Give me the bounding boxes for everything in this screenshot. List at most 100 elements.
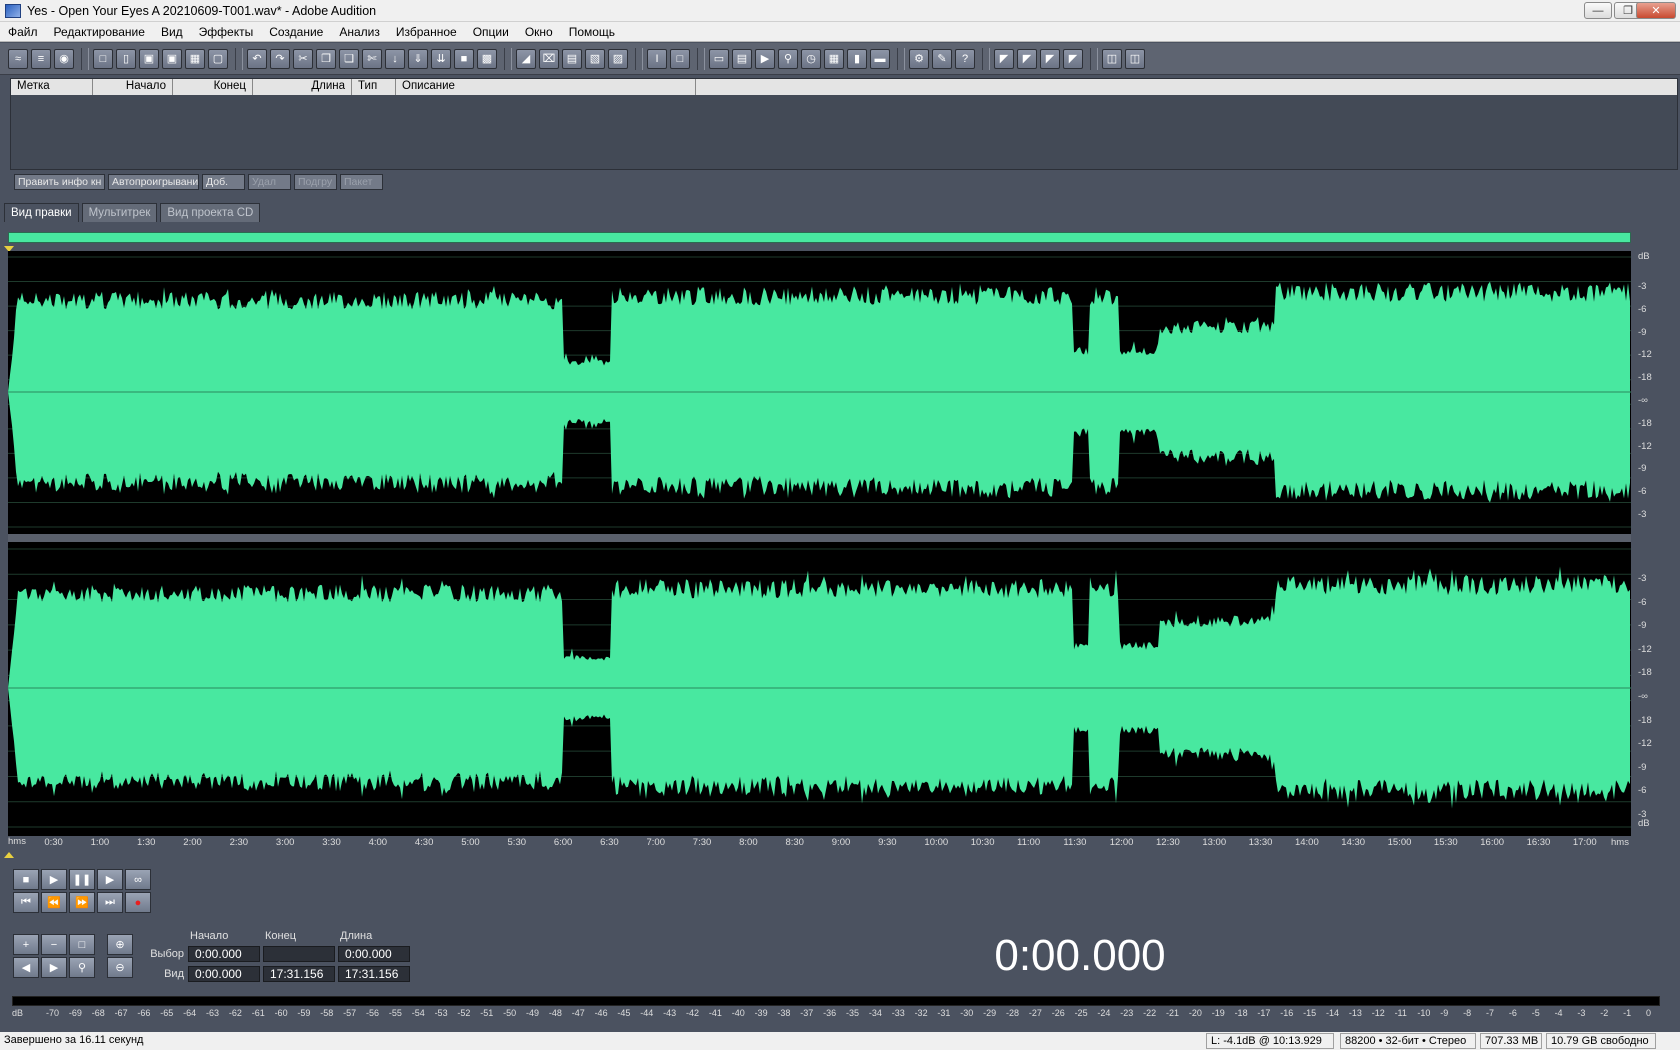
close-file-icon[interactable]: ▢ — [208, 48, 228, 69]
add-cue-button[interactable]: Доб. — [202, 174, 245, 190]
cd-view-icon[interactable]: ◉ — [54, 48, 74, 69]
time-selection-tool-icon[interactable]: I — [647, 48, 667, 69]
trim-icon[interactable]: ■ — [454, 48, 474, 69]
cue-col-label[interactable]: Метка — [11, 79, 93, 95]
menu-file[interactable]: Файл — [0, 25, 46, 39]
menu-analyze[interactable]: Анализ — [331, 25, 388, 39]
fast-forward-button[interactable]: ⏩ — [69, 892, 95, 913]
record-button[interactable]: ● — [125, 892, 151, 913]
open-file-icon[interactable]: ▯ — [116, 48, 136, 69]
cue-list-icon[interactable]: ▤ — [732, 48, 752, 69]
go-to-end-button[interactable]: ⏭ — [97, 892, 123, 913]
batch-button[interactable]: Пакет — [340, 174, 383, 190]
edit-view-icon[interactable]: ≈ — [8, 48, 28, 69]
menu-favorites[interactable]: Избранное — [388, 25, 465, 39]
copy-icon[interactable]: ❐ — [316, 48, 336, 69]
multitrack-view-icon[interactable]: ≡ — [31, 48, 51, 69]
menu-generate[interactable]: Создание — [261, 25, 331, 39]
waveform-channel-2[interactable] — [8, 548, 1631, 828]
help-icon[interactable]: ? — [955, 48, 975, 69]
edit-cue-info-button[interactable]: Править инфо кн — [14, 174, 105, 190]
selection-length-field[interactable]: 0:00.000 — [338, 946, 410, 962]
stop-button[interactable]: ■ — [13, 869, 39, 890]
save-icon[interactable]: ▣ — [139, 48, 159, 69]
zoom-full-icon[interactable]: □ — [69, 934, 95, 955]
loop-button[interactable]: ∞ — [125, 869, 151, 890]
tab-multitrack[interactable]: Мультитрек — [81, 203, 158, 222]
zoom-selection-icon[interactable]: ⚲ — [69, 957, 95, 978]
waveform-view-icon[interactable]: ◢ — [516, 48, 536, 69]
view-start-field[interactable]: 0:00.000 — [188, 966, 260, 982]
rewind-button[interactable]: ⏪ — [41, 892, 67, 913]
autoplay-button[interactable]: Автопроигрывани — [108, 174, 199, 190]
zoom-right-icon[interactable]: ▶ — [41, 957, 67, 978]
waveform-channel-1[interactable] — [8, 256, 1631, 528]
effect-1-icon[interactable]: ◤ — [994, 48, 1014, 69]
zoom-in-icon[interactable]: + — [13, 934, 39, 955]
cue-col-start[interactable]: Начало — [93, 79, 173, 95]
time-ruler[interactable]: hms 0:30 1:00 1:30 2:00 2:30 3:00 3:30 4:00 4:30 5… — [8, 836, 1631, 850]
cue-col-length[interactable]: Длина — [253, 79, 352, 95]
view-length-field[interactable]: 17:31.156 — [338, 966, 410, 982]
scissors-icon[interactable]: ✄ — [362, 48, 382, 69]
menu-effects[interactable]: Эффекты — [191, 25, 262, 39]
time-icon[interactable]: ◷ — [801, 48, 821, 69]
play-button[interactable]: ▶ — [41, 869, 67, 890]
waveform-svg[interactable] — [8, 251, 1631, 836]
minimize-button[interactable]: — — [1584, 2, 1612, 19]
effect-3-icon[interactable]: ◤ — [1040, 48, 1060, 69]
save-as-icon[interactable]: ▣ — [162, 48, 182, 69]
cue-col-type[interactable]: Тип — [352, 79, 396, 95]
paste-new-icon[interactable]: ⇓ — [408, 48, 428, 69]
effect-4-icon[interactable]: ◤ — [1063, 48, 1083, 69]
selection-start-field[interactable]: 0:00.000 — [188, 946, 260, 962]
cue-col-end[interactable]: Конец — [173, 79, 253, 95]
menu-window[interactable]: Окно — [517, 25, 561, 39]
waveform-display[interactable] — [8, 251, 1631, 836]
play-to-end-button[interactable]: ▶ — [97, 869, 123, 890]
marquee-tool-icon[interactable]: □ — [670, 48, 690, 69]
cut-icon[interactable]: ✂ — [293, 48, 313, 69]
menu-edit[interactable]: Редактирование — [46, 25, 153, 39]
settings-icon[interactable]: ⚙ — [909, 48, 929, 69]
zoom-in-vertical-icon[interactable]: ⊕ — [107, 934, 133, 955]
new-file-icon[interactable]: □ — [93, 48, 113, 69]
overview-bar[interactable] — [8, 232, 1631, 243]
save-all-icon[interactable]: ▦ — [185, 48, 205, 69]
close-button[interactable]: ✕ — [1636, 2, 1676, 19]
zoom-out-icon[interactable]: − — [41, 934, 67, 955]
selection-end-field[interactable] — [263, 946, 335, 962]
zoom-left-icon[interactable]: ◀ — [13, 957, 39, 978]
tab-edit-view[interactable]: Вид правки — [4, 203, 79, 222]
selection-icon[interactable]: ▦ — [824, 48, 844, 69]
window-icon[interactable]: ▭ — [709, 48, 729, 69]
pause-button[interactable]: ❚❚ — [69, 869, 95, 890]
spectral-view-icon[interactable]: ⌧ — [539, 48, 559, 69]
zoom-window-icon[interactable]: ⚲ — [778, 48, 798, 69]
playhead-marker-bottom[interactable] — [4, 852, 14, 858]
spectral-phase-icon[interactable]: ▧ — [585, 48, 605, 69]
spectral-pan-icon[interactable]: ▤ — [562, 48, 582, 69]
level-meter-icon[interactable]: ▮ — [847, 48, 867, 69]
view-end-field[interactable]: 17:31.156 — [263, 966, 335, 982]
pan-view-icon[interactable]: ▨ — [608, 48, 628, 69]
scripts-icon[interactable]: ✎ — [932, 48, 952, 69]
paste-icon[interactable]: ↓ — [385, 48, 405, 69]
go-to-start-button[interactable]: ⏮ — [13, 892, 39, 913]
mix-paste-icon[interactable]: ⇊ — [431, 48, 451, 69]
status-bar-icon[interactable]: ▬ — [870, 48, 890, 69]
delete-silence-icon[interactable]: ▩ — [477, 48, 497, 69]
cue-col-description[interactable]: Описание — [396, 79, 696, 95]
merge-cue-button[interactable]: Подгру — [294, 174, 337, 190]
analysis-icon[interactable]: ◫ — [1102, 48, 1122, 69]
frequency-icon[interactable]: ◫ — [1125, 48, 1145, 69]
tab-cd-project[interactable]: Вид проекта CD — [160, 203, 261, 222]
menu-view[interactable]: Вид — [153, 25, 191, 39]
menu-help[interactable]: Помощь — [561, 25, 623, 39]
effect-2-icon[interactable]: ◤ — [1017, 48, 1037, 69]
delete-cue-button[interactable]: Удал — [248, 174, 291, 190]
redo-icon[interactable]: ↷ — [270, 48, 290, 69]
undo-icon[interactable]: ↶ — [247, 48, 267, 69]
menu-options[interactable]: Опции — [465, 25, 517, 39]
copy-to-new-icon[interactable]: ❏ — [339, 48, 359, 69]
